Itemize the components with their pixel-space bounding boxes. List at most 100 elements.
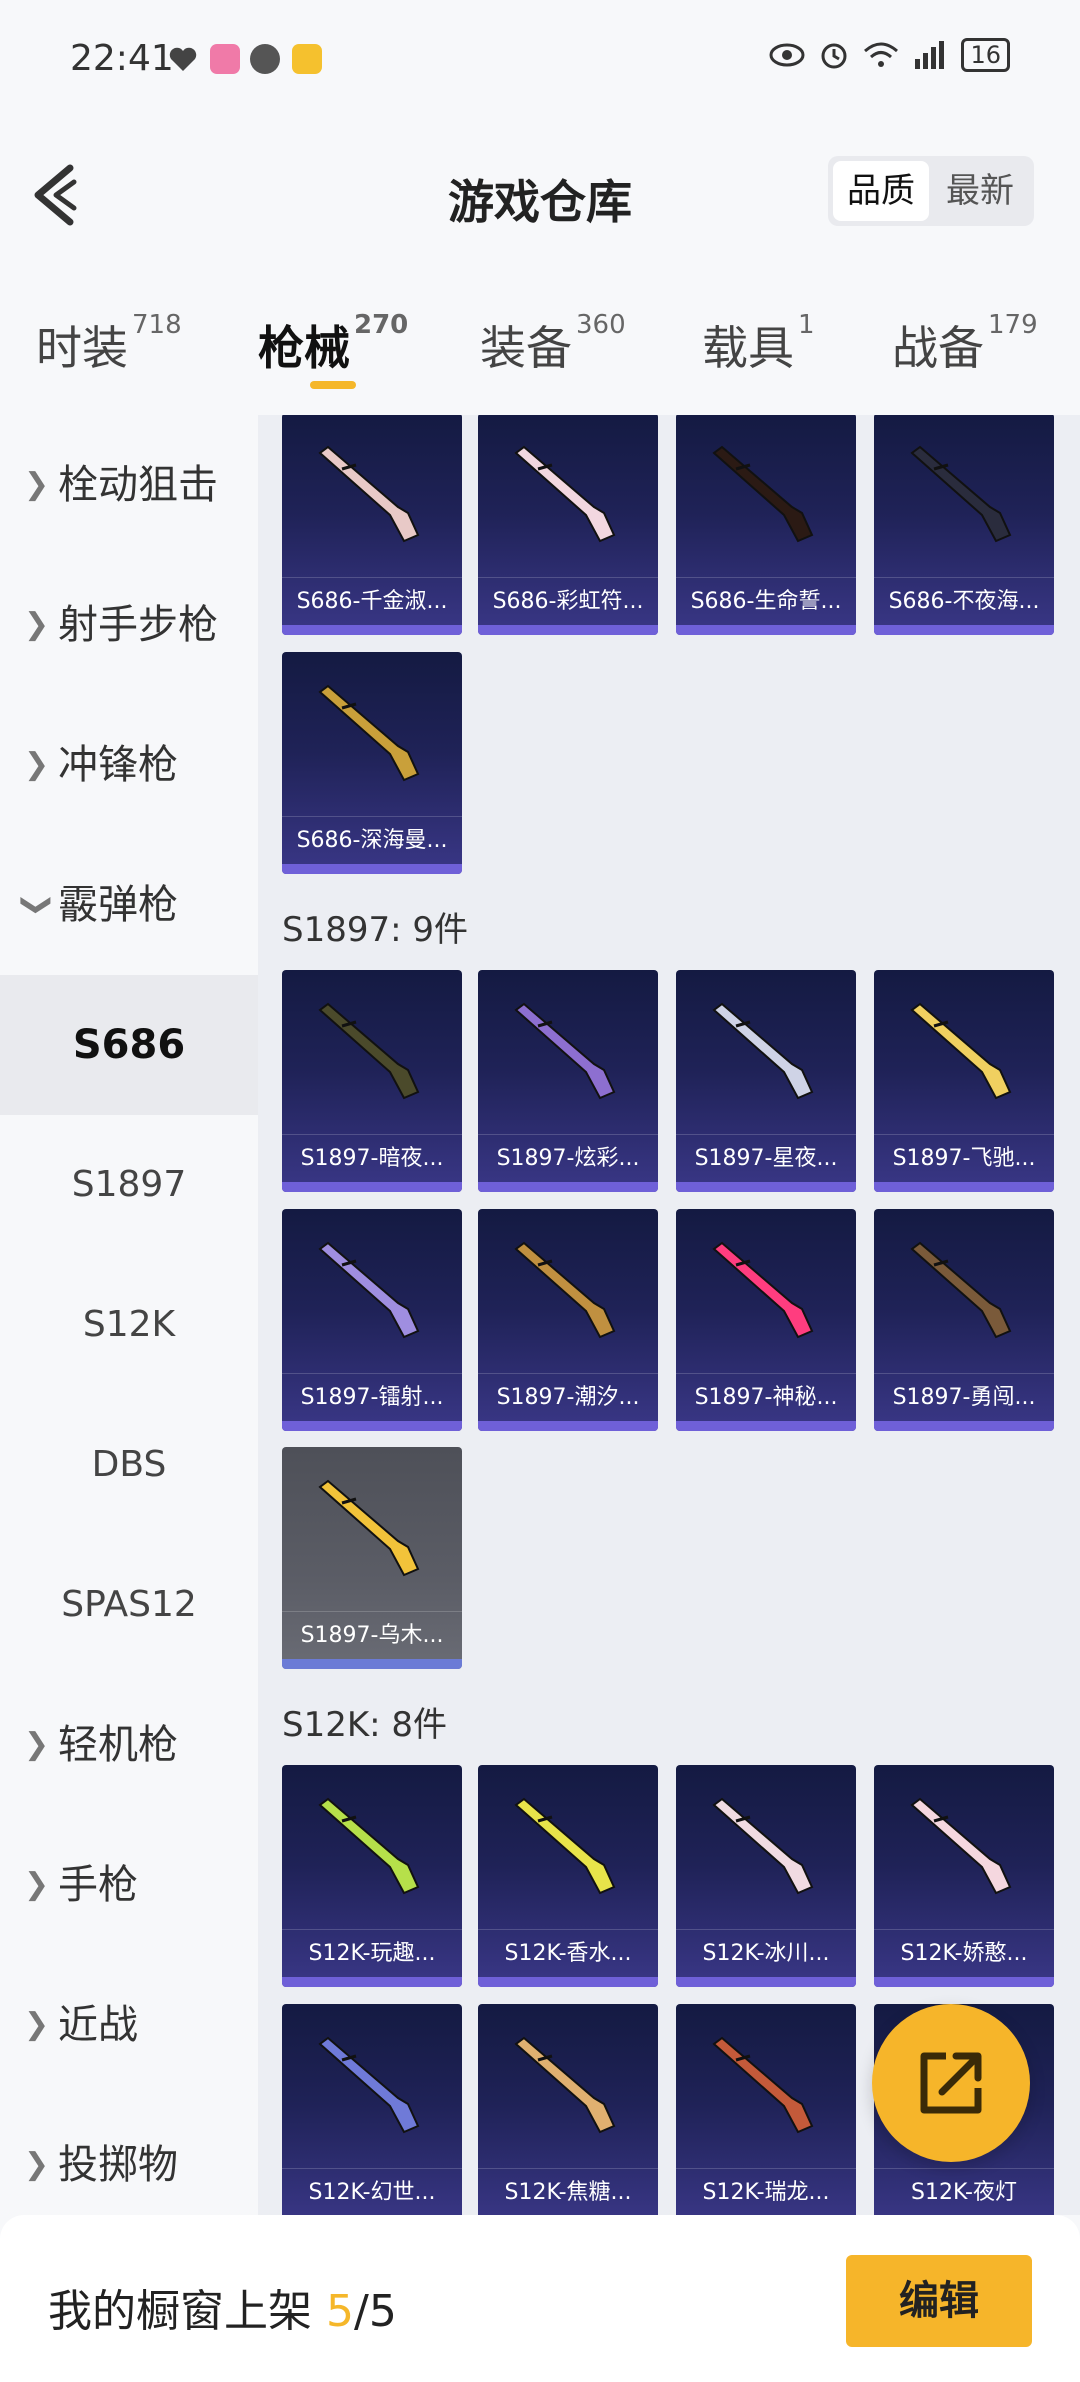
chevron-down-icon: ❯ <box>19 892 55 918</box>
item-label: S1897-乌木... <box>282 1611 462 1659</box>
item-label: S686-千金淑... <box>282 577 462 625</box>
sidebar-item-label: 投掷物 <box>58 2142 178 2188</box>
gun-icon <box>712 2036 814 2134</box>
item-label: S686-生命誓... <box>676 577 856 625</box>
item-label: S12K-玩趣... <box>282 1929 462 1977</box>
sidebar-item-throwable[interactable]: ❯ 投掷物 <box>0 2095 258 2235</box>
sidebar-sub-spas12[interactable]: SPAS12 <box>0 1535 258 1675</box>
gun-icon <box>514 2036 616 2134</box>
sidebar-item-bolt-sniper[interactable]: ❯ 栓动狙击 <box>0 415 258 555</box>
chevron-right-icon: ❯ <box>24 467 50 502</box>
item-card[interactable]: S1897-潮汐... <box>478 1209 658 1431</box>
tab-count: 270 <box>354 310 409 340</box>
item-card[interactable]: S686-彩虹符... <box>478 415 658 635</box>
tab-label: 载具 <box>702 321 794 375</box>
item-card[interactable]: S1897-星夜... <box>676 970 856 1192</box>
item-label: S12K-幻世... <box>282 2168 462 2215</box>
item-card[interactable]: S1897-神秘... <box>676 1209 856 1431</box>
status-indicators: 16 <box>769 38 1010 72</box>
quality-bar <box>676 1977 856 1987</box>
sidebar-item-shotgun[interactable]: ❯ 霰弹枪 <box>0 835 258 975</box>
chat-icon <box>250 44 280 74</box>
quality-bar <box>676 625 856 635</box>
tab-equipment[interactable]: 装备 360 <box>480 310 626 378</box>
quality-bar <box>676 1421 856 1431</box>
quality-bar <box>478 1421 658 1431</box>
sidebar-item-lmg[interactable]: ❯ 轻机枪 <box>0 1675 258 1815</box>
item-card[interactable]: S1897-勇闯... <box>874 1209 1054 1431</box>
sidebar-item-label: 栓动狙击 <box>58 462 218 508</box>
tab-firearms[interactable]: 枪械 270 <box>258 310 409 378</box>
item-card[interactable]: S1897-暗夜... <box>282 970 462 1192</box>
item-label: S12K-娇憨... <box>874 1929 1054 1977</box>
tab-gear[interactable]: 战备 179 <box>892 310 1038 378</box>
group-label-s1897: S1897: 9件 <box>282 910 469 950</box>
chevron-right-icon: ❯ <box>24 2007 50 2042</box>
showcase-count: 5 <box>326 2286 354 2337</box>
share-button[interactable] <box>872 2004 1030 2162</box>
item-card[interactable]: S1897-乌木... <box>282 1447 462 1669</box>
gun-icon <box>514 445 616 543</box>
edit-button[interactable]: 编辑 <box>846 2255 1032 2347</box>
sidebar-sub-s12k[interactable]: S12K <box>0 1255 258 1395</box>
item-card[interactable]: S12K-香水... <box>478 1765 658 1987</box>
gun-icon <box>318 1797 420 1895</box>
share-icon <box>920 2052 982 2114</box>
item-label: S1897-飞驰... <box>874 1134 1054 1182</box>
item-label: S12K-瑞龙... <box>676 2168 856 2215</box>
chevron-right-icon: ❯ <box>24 1867 50 1902</box>
item-label: S12K-夜灯 <box>874 2168 1054 2215</box>
sort-newest-option[interactable]: 最新 <box>932 161 1028 221</box>
gun-icon <box>910 1797 1012 1895</box>
quality-bar <box>282 1977 462 1987</box>
item-card[interactable]: S1897-炫彩... <box>478 970 658 1192</box>
gun-icon <box>318 1002 420 1100</box>
sidebar-sub-s1897[interactable]: S1897 <box>0 1115 258 1255</box>
tab-vehicles[interactable]: 载具 1 <box>702 310 815 378</box>
item-label: S1897-潮汐... <box>478 1373 658 1421</box>
item-card[interactable]: S686-生命誓... <box>676 415 856 635</box>
tab-fashion[interactable]: 时装 718 <box>36 310 182 378</box>
gun-icon <box>318 684 420 782</box>
sort-quality-option[interactable]: 品质 <box>833 161 929 221</box>
item-grid: S1897: 9件 S12K: 8件 S686-千金淑... S686-彩虹符..… <box>258 415 1080 2215</box>
item-card[interactable]: S12K-幻世... <box>282 2004 462 2215</box>
group-label-s12k: S12K: 8件 <box>282 1705 448 1745</box>
item-label: S1897-神秘... <box>676 1373 856 1421</box>
item-card[interactable]: S686-深海曼... <box>282 652 462 874</box>
item-card[interactable]: S12K-焦糖... <box>478 2004 658 2215</box>
item-card[interactable]: S12K-玩趣... <box>282 1765 462 1987</box>
gun-icon <box>712 1002 814 1100</box>
gun-icon <box>514 1241 616 1339</box>
item-label: S12K-冰川... <box>676 1929 856 1977</box>
chevron-right-icon: ❯ <box>24 607 50 642</box>
tab-label: 枪械 <box>258 321 350 375</box>
showcase-label: 我的橱窗上架 <box>48 2286 312 2337</box>
item-card[interactable]: S12K-冰川... <box>676 1765 856 1987</box>
sidebar-item-marksman-rifle[interactable]: ❯ 射手步枪 <box>0 555 258 695</box>
item-label: S12K-香水... <box>478 1929 658 1977</box>
item-label: S1897-星夜... <box>676 1134 856 1182</box>
item-label: S686-不夜海... <box>874 577 1054 625</box>
gun-icon <box>910 1241 1012 1339</box>
item-card[interactable]: S686-不夜海... <box>874 415 1054 635</box>
header: 游戏仓库 品质 最新 <box>0 110 1080 270</box>
sidebar-item-pistol[interactable]: ❯ 手枪 <box>0 1815 258 1955</box>
sidebar-sub-s686[interactable]: S686 <box>0 975 258 1115</box>
gun-icon <box>712 1797 814 1895</box>
sidebar-item-smg[interactable]: ❯ 冲锋枪 <box>0 695 258 835</box>
item-card[interactable]: S1897-镭射... <box>282 1209 462 1431</box>
tab-label: 战备 <box>892 321 984 375</box>
tab-label: 装备 <box>480 321 572 375</box>
item-card[interactable]: S686-千金淑... <box>282 415 462 635</box>
sidebar-sub-dbs[interactable]: DBS <box>0 1395 258 1535</box>
sidebar-item-melee[interactable]: ❯ 近战 <box>0 1955 258 2095</box>
sidebar-item-label: 冲锋枪 <box>58 742 178 788</box>
gun-icon <box>318 445 420 543</box>
heart-icon <box>168 44 198 74</box>
tab-count: 1 <box>798 310 815 340</box>
item-card[interactable]: S12K-瑞龙... <box>676 2004 856 2215</box>
item-card[interactable]: S1897-飞驰... <box>874 970 1054 1192</box>
quality-bar <box>282 1421 462 1431</box>
item-card[interactable]: S12K-娇憨... <box>874 1765 1054 1987</box>
